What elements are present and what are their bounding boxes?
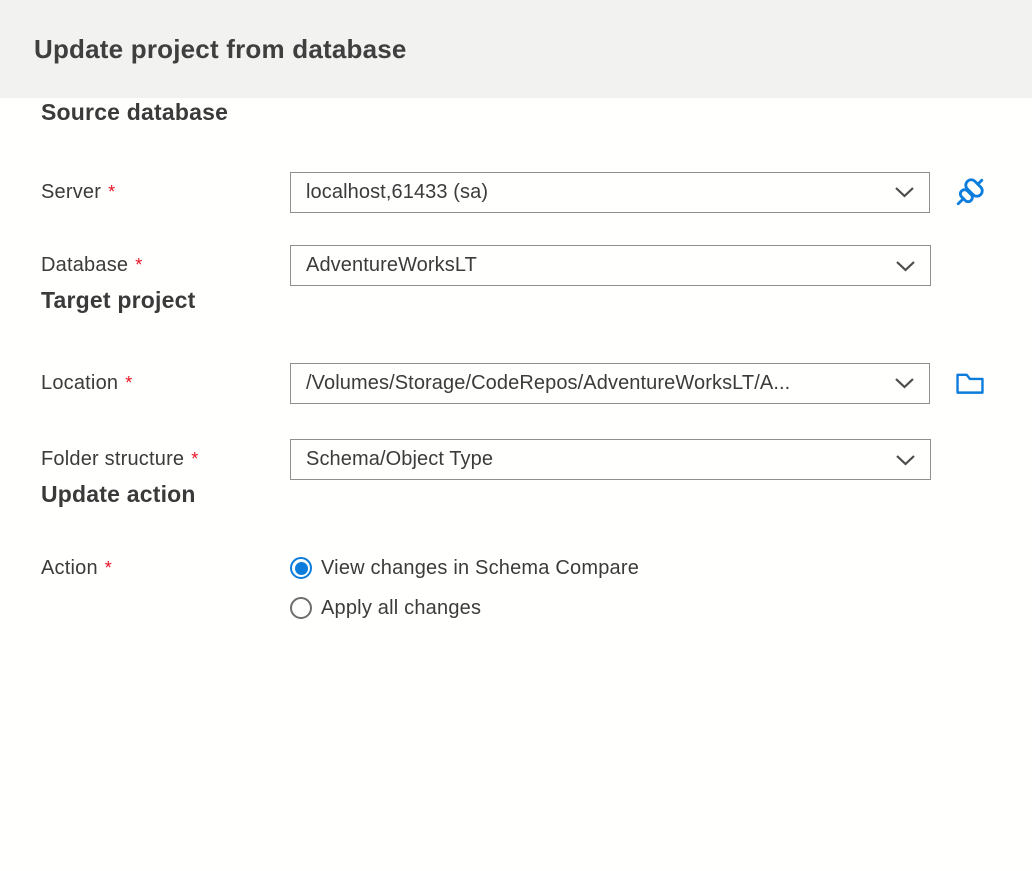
required-asterisk: * (135, 255, 143, 275)
location-row: Location * /Volumes/Storage/CodeRepos/Adv… (41, 362, 991, 404)
server-label: Server * (41, 180, 116, 203)
radio-option-label: Apply all changes (321, 596, 482, 619)
radio-option-label: View changes in Schema Compare (321, 556, 640, 579)
section-heading-update-action: Update action (41, 481, 196, 507)
required-asterisk: * (104, 558, 113, 578)
folder-icon (956, 373, 984, 394)
radio-button[interactable] (290, 557, 312, 579)
required-asterisk: * (191, 449, 199, 469)
folder-structure-dropdown-value: Schema/Object Type (306, 448, 494, 470)
database-dropdown[interactable]: AdventureWorksLT (290, 245, 931, 286)
required-asterisk: * (125, 372, 133, 393)
folder-structure-row: Folder structure * Schema/Object Type (41, 439, 991, 480)
radio-button[interactable] (290, 597, 312, 619)
database-dropdown-value: AdventureWorksLT (306, 254, 477, 276)
database-row: Database * AdventureWorksLT (41, 245, 991, 286)
radio-option-apply-all[interactable]: Apply all changes (290, 593, 639, 623)
folder-structure-dropdown[interactable]: Schema/Object Type (290, 439, 931, 480)
page-title: Update project from database (34, 33, 407, 64)
action-row: Action * View changes in Schema Compare A… (41, 553, 991, 623)
server-row: Server * localhost,61433 (sa) (41, 171, 991, 213)
server-dropdown-value: localhost,61433 (sa) (306, 180, 489, 203)
dialog-titlebar: Update project from database (0, 0, 1032, 98)
location-dropdown-value: /Volumes/Storage/CodeRepos/AdventureWork… (306, 371, 791, 394)
chevron-down-icon (895, 378, 914, 389)
folder-structure-label: Folder structure * (41, 448, 199, 470)
server-dropdown[interactable]: localhost,61433 (sa) (290, 171, 930, 213)
chevron-down-icon (896, 260, 915, 272)
connect-button[interactable] (949, 171, 991, 213)
action-label: Action * (41, 557, 113, 579)
section-heading-source-database: Source database (41, 99, 229, 125)
radio-option-view-changes[interactable]: View changes in Schema Compare (290, 553, 639, 583)
action-radio-group: View changes in Schema Compare Apply all… (290, 553, 639, 623)
dialog-body: Source database Server * localhost,61433 … (0, 98, 1032, 623)
connect-icon (956, 178, 984, 206)
chevron-down-icon (895, 187, 914, 198)
database-label: Database * (41, 254, 143, 276)
required-asterisk: * (108, 181, 116, 202)
chevron-down-icon (896, 454, 915, 466)
location-label: Location * (41, 371, 133, 394)
location-dropdown[interactable]: /Volumes/Storage/CodeRepos/AdventureWork… (290, 362, 930, 404)
section-heading-target-project: Target project (41, 287, 196, 313)
browse-folder-button[interactable] (949, 362, 991, 404)
